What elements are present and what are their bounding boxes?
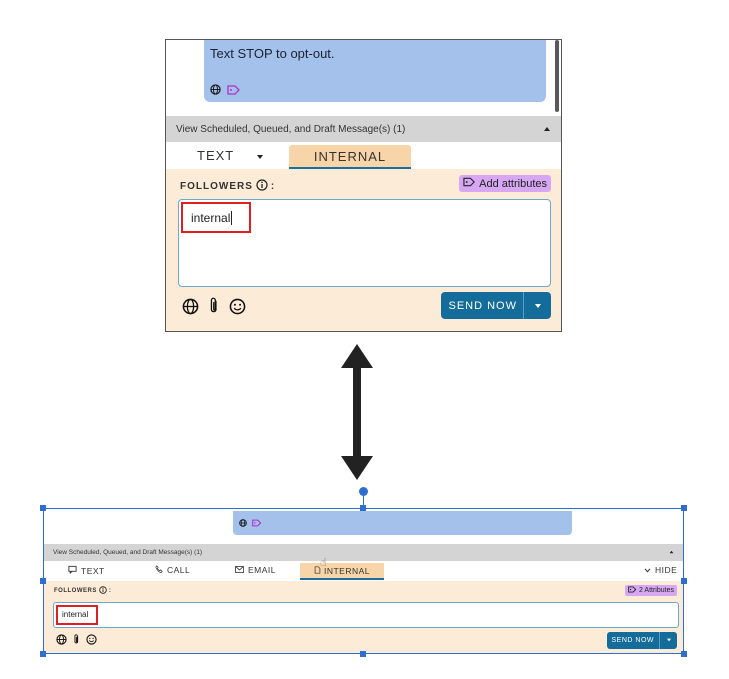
scheduled-messages-label: View Scheduled, Queued, and Draft Messag… [176,123,406,135]
tag-icon[interactable] [252,514,262,532]
message-bubble [233,511,572,535]
globe-icon [239,514,247,532]
chevron-down-icon [644,565,651,575]
emoji-icon[interactable] [229,298,246,320]
chat-icon [68,565,77,576]
hide-toggle[interactable]: HIDE [644,565,677,575]
channel-tabs: TEXT CALL EMAIL INTERNAL HIDE [44,561,683,581]
channel-tabs: TEXT INTERNAL [166,142,561,169]
phone-icon [155,565,163,575]
info-icon[interactable] [256,179,268,194]
rotate-handle[interactable] [359,487,368,496]
message-bubble: Text STOP to opt-out. [204,40,546,102]
resize-handle-bottom-left[interactable] [40,651,46,657]
paperclip-icon[interactable] [73,632,80,650]
attributes-label: 2 Attributes [638,587,674,594]
envelope-icon [235,565,244,575]
resize-handle-left[interactable] [40,578,46,584]
message-input[interactable]: internal [53,602,679,628]
scrollbar-thumb[interactable] [555,40,559,112]
caret-up-icon[interactable] [543,124,551,135]
emoji-icon[interactable] [86,632,97,650]
scheduled-messages-bar[interactable]: View Scheduled, Queued, and Draft Messag… [166,116,561,142]
tab-text-label: TEXT [197,148,235,163]
tab-internal[interactable]: INTERNAL [300,563,384,580]
highlighted-input-text: internal [181,202,251,233]
resize-handle-top-left[interactable] [40,505,46,511]
tag-icon[interactable] [227,82,241,100]
tab-internal[interactable]: INTERNAL [289,145,411,169]
scheduled-messages-bar[interactable]: View Scheduled, Queued, and Draft Messag… [44,544,683,561]
tab-internal-label: INTERNAL [313,148,387,164]
compose-area: FOLLOWERS : 2 Attributes internal SEND N… [44,581,683,653]
send-now-button[interactable]: SEND NOW [440,292,523,319]
tag-icon [628,586,637,595]
resize-handle-bottom[interactable] [360,651,366,657]
zoomed-compose-panel: Text STOP to opt-out. View Scheduled, Qu… [165,39,562,332]
tab-call[interactable]: CALL [155,565,190,575]
caret-down-icon [534,301,542,311]
info-icon[interactable] [99,586,107,596]
resize-handle-bottom-right[interactable] [681,651,687,657]
resize-handle-right[interactable] [681,578,687,584]
paperclip-icon[interactable] [208,297,220,320]
tab-text[interactable]: TEXT [197,142,264,169]
compose-area: FOLLOWERS : Add attributes internal SEND… [166,169,561,331]
resize-handle-top-right[interactable] [681,505,687,511]
tab-email[interactable]: EMAIL [235,565,276,575]
full-compose-panel: View Scheduled, Queued, and Draft Messag… [43,508,684,654]
followers-label: FOLLOWERS : [180,179,276,194]
caret-down-icon[interactable] [256,148,264,163]
caret-up-icon[interactable] [669,549,674,556]
message-input[interactable]: internal [178,199,551,287]
globe-icon[interactable] [182,298,199,320]
highlighted-input-text: internal [56,605,98,625]
attributes-button[interactable]: 2 Attributes [624,585,677,596]
hand-cursor-icon: ☝ [320,557,327,569]
tab-text[interactable]: TEXT [68,565,105,576]
scheduled-messages-label: View Scheduled, Queued, and Draft Messag… [53,549,203,556]
send-now-button-group: SEND NOW [606,632,677,649]
add-attributes-button[interactable]: Add attributes [459,175,551,192]
globe-icon [210,82,221,100]
send-options-dropdown[interactable] [659,632,677,649]
send-now-button-group: SEND NOW [440,292,551,319]
resize-handle-top[interactable] [360,505,366,511]
message-text: Text STOP to opt-out. [210,46,335,61]
double-arrow-icon [341,344,373,480]
send-now-button[interactable]: SEND NOW [606,632,659,649]
followers-label: FOLLOWERS : [54,586,112,596]
add-attributes-label: Add attributes [479,177,547,190]
tag-icon [463,177,476,190]
caret-down-icon [666,638,672,644]
globe-icon[interactable] [56,632,67,650]
send-options-dropdown[interactable] [523,292,551,319]
